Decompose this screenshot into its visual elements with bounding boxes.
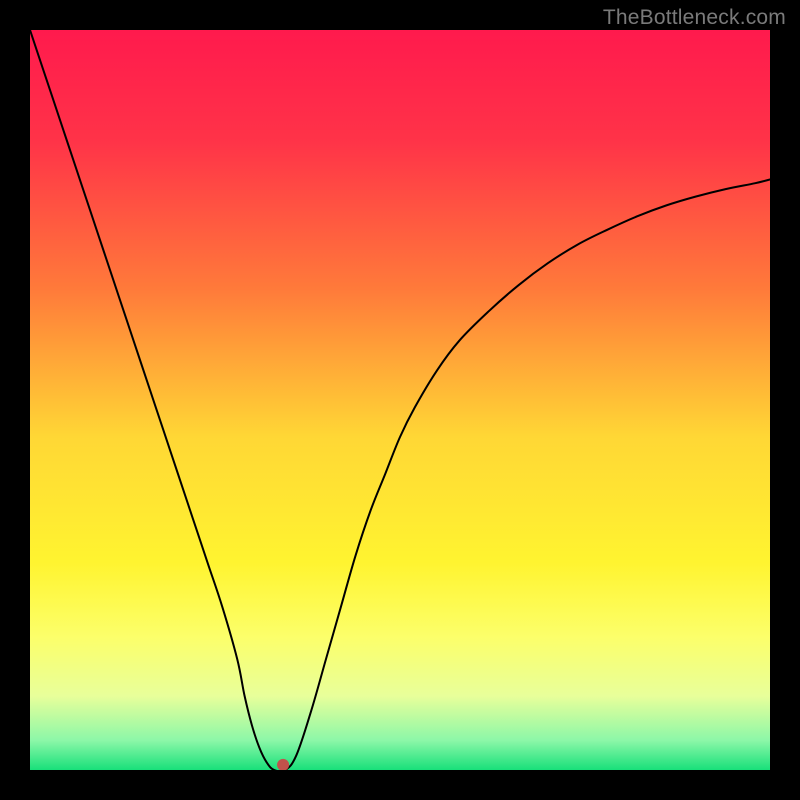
chart-frame: TheBottleneck.com [0, 0, 800, 800]
chart-plot-area [30, 30, 770, 770]
chart-background-gradient [30, 30, 770, 770]
watermark-text: TheBottleneck.com [603, 6, 786, 30]
chart-svg [30, 30, 770, 770]
